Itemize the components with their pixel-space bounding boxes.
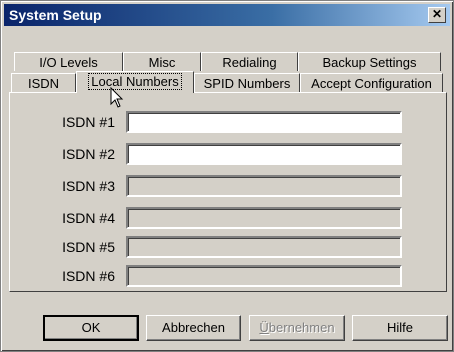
window-title: System Setup [9,7,102,23]
isdn-4-input [126,207,402,229]
apply-button: Übernehmen [249,315,345,341]
tab-spid-numbers[interactable]: SPID Numbers [194,73,300,92]
tab-label: Backup Settings [322,55,417,70]
tab-accept-configuration[interactable]: Accept Configuration [300,73,443,92]
tab-label: Redialing [222,55,277,70]
apply-accelerator: Ü [259,320,269,335]
arrow-cursor-icon [110,87,124,108]
help-button[interactable]: Hilfe [352,315,448,341]
tab-isdn[interactable]: ISDN [11,73,76,92]
tab-redialing[interactable]: Redialing [201,52,298,71]
tab-label: Local Numbers [88,73,182,90]
isdn-3-label: ISDN #3 [62,178,115,194]
title-bar[interactable]: System Setup ✕ [4,4,450,26]
isdn-5-input [126,236,402,258]
isdn-1-input[interactable] [126,111,402,133]
cancel-button[interactable]: Abbrechen [146,315,241,341]
tab-local-numbers[interactable]: Local Numbers [76,71,194,93]
close-icon: ✕ [431,7,443,21]
tab-backup-settings[interactable]: Backup Settings [298,52,441,71]
isdn-2-input[interactable] [126,143,402,165]
isdn-5-label: ISDN #5 [62,239,115,255]
isdn-1-label: ISDN #1 [62,114,115,130]
isdn-2-label: ISDN #2 [62,146,115,162]
tab-io-levels[interactable]: I/O Levels [14,52,123,71]
tab-label: I/O Levels [39,55,98,70]
isdn-3-input [126,175,402,197]
ok-button[interactable]: OK [43,315,139,341]
close-button[interactable]: ✕ [428,7,446,23]
isdn-6-label: ISDN #6 [62,268,115,284]
tab-label: SPID Numbers [203,76,291,91]
isdn-6-input [126,265,402,287]
tab-label: Accept Configuration [311,76,432,91]
isdn-4-label: ISDN #4 [62,210,115,226]
tab-misc[interactable]: Misc [123,52,201,71]
tab-label: Misc [148,55,176,70]
tab-label: ISDN [27,76,60,91]
apply-label: bernehmen [268,320,335,335]
